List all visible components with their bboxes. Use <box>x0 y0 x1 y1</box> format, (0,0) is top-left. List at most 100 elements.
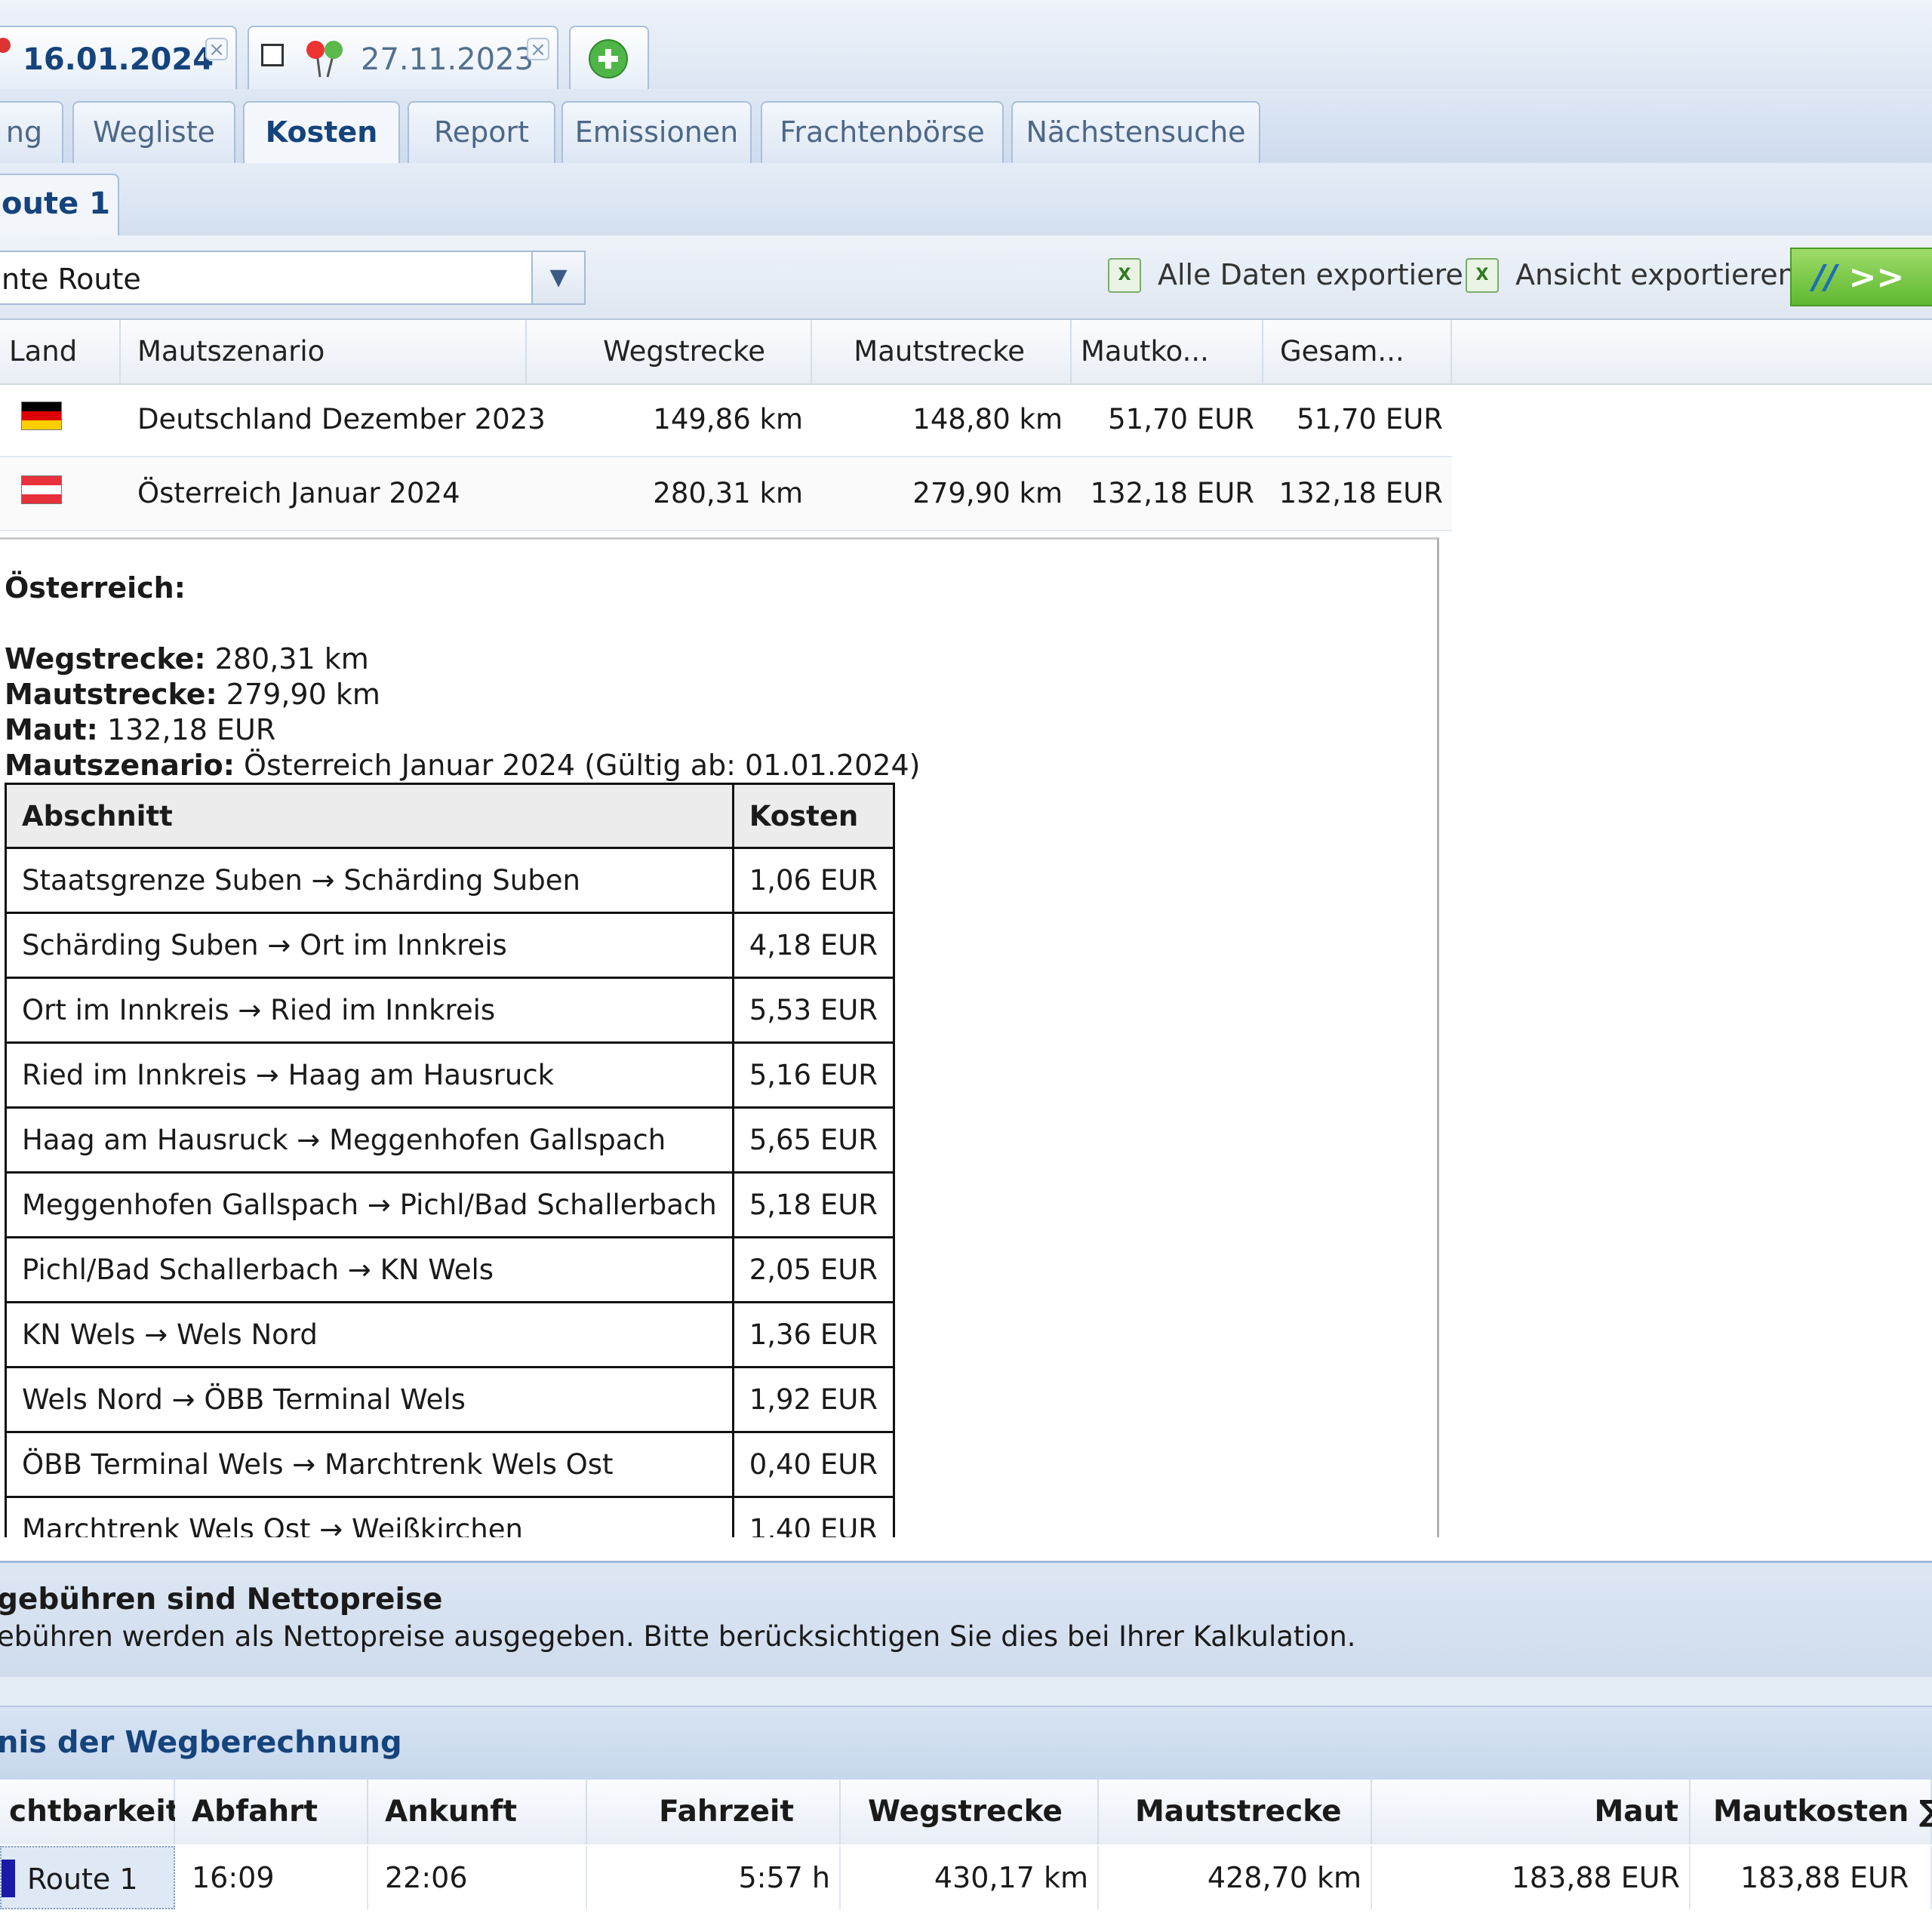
detail-line-maut: Maut: 132,18 EUR <box>5 713 275 746</box>
splitter[interactable] <box>0 1677 1932 1707</box>
net-price-notice: gebühren sind Nettopreise ebühren werden… <box>0 1561 1932 1680</box>
detail-label: Mautstrecke: <box>5 678 217 711</box>
section-row: Wels Nord → ÖBB Terminal Wels 1,92 EUR <box>5 1366 896 1433</box>
col-header-mautkosten[interactable]: Mautko... <box>1072 320 1263 383</box>
germany-flag-icon <box>21 401 62 430</box>
cell-departure: 16:09 <box>175 1846 368 1909</box>
section-cost: 1,06 EUR <box>731 847 896 914</box>
section-name: Ried im Innkreis → Haag am Hausruck <box>5 1041 734 1109</box>
go-button[interactable]: // >> <box>1790 248 1932 306</box>
col-header-mautstrecke[interactable]: Mautstrecke <box>812 320 1072 383</box>
col-header-abschnitt: Abschnitt <box>5 783 734 849</box>
section-cost: 5,16 EUR <box>731 1041 896 1109</box>
map-pin-icon <box>0 38 11 53</box>
excel-icon: X <box>1466 258 1499 293</box>
tab-frachtenboerse[interactable]: Frachtenbörse <box>761 101 1004 163</box>
col-header-mautstrecke[interactable]: Mautstrecke <box>1099 1780 1372 1844</box>
section-cost: 1,36 EUR <box>731 1301 896 1368</box>
tab-report[interactable]: Report <box>408 101 555 163</box>
add-tab-button[interactable] <box>569 26 649 89</box>
doc-tab-16-01-2024[interactable]: 16.01.2024 × <box>0 26 237 89</box>
tab-checkbox[interactable] <box>261 44 284 66</box>
route-select[interactable]: nte Route ▼ <box>0 251 586 305</box>
toll-grid-header: Land Mautszenario Wegstrecke Mautstrecke… <box>0 320 1932 385</box>
toolbar: nte Route ▼ X Alle Daten exportieren X A… <box>0 235 1932 320</box>
col-header-mautszenario[interactable]: Mautszenario <box>121 320 527 383</box>
cell-toll: 132,18 EUR <box>1090 477 1254 509</box>
add-circle-icon <box>589 39 628 78</box>
detail-label: Mautszenario: <box>5 749 235 782</box>
map-pins-icon <box>306 41 343 78</box>
detail-line-mautszenario: Mautszenario: Österreich Januar 2024 (Gü… <box>5 749 920 782</box>
cell-scenario: Deutschland Dezember 2023 <box>137 403 546 435</box>
country-detail-panel: Österreich: Wegstrecke: 280,31 km Mautst… <box>0 537 1439 1537</box>
section-row: Meggenhofen Gallspach → Pichl/Bad Schall… <box>5 1171 896 1238</box>
section-name: KN Wels → Wels Nord <box>5 1301 734 1368</box>
col-header-gesamt[interactable]: Gesam... <box>1263 320 1452 383</box>
cell-distance: 280,31 km <box>653 477 803 509</box>
col-header-fahrzeit[interactable]: Fahrzeit <box>587 1780 841 1844</box>
section-name: Ort im Innkreis → Ried im Innkreis <box>5 977 734 1044</box>
route-name: Route 1 <box>27 1863 138 1896</box>
tab-kosten[interactable]: Kosten <box>243 101 400 167</box>
tab-route-1[interactable]: oute 1 <box>0 174 119 238</box>
col-header-ankunft[interactable]: Ankunft <box>368 1780 587 1844</box>
col-header-abfahrt[interactable]: Abfahrt <box>175 1780 368 1844</box>
cell-duration: 5:57 h <box>587 1846 841 1909</box>
cell-toll-distance: 428,70 km <box>1099 1846 1372 1909</box>
result-panel-header: nis der Wegberechnung <box>0 1707 1932 1780</box>
route-visibility-cell[interactable]: Route 1 <box>0 1846 175 1909</box>
section-name: Wels Nord → ÖBB Terminal Wels <box>5 1366 734 1433</box>
cell-toll: 183,88 EUR <box>1372 1846 1690 1909</box>
tab-wegliste[interactable]: Wegliste <box>72 101 235 163</box>
export-all-button[interactable]: Alle Daten exportieren <box>1158 258 1481 291</box>
section-name: Staatsgrenze Suben → Schärding Suben <box>5 847 734 914</box>
tab-emissionen[interactable]: Emissionen <box>561 101 752 163</box>
section-name: Marchtrenk Wels Ost → Weißkirchen <box>5 1496 734 1537</box>
document-tab-strip: 16.01.2024 × 27.11.2023 × <box>0 0 1932 91</box>
close-icon[interactable]: × <box>527 38 549 60</box>
col-header-sichtbarkeit[interactable]: chtbarkeit <box>0 1780 180 1844</box>
cell-arrival: 22:06 <box>368 1846 587 1909</box>
notice-text: ebühren werden als Nettopreise ausgegebe… <box>0 1620 1356 1653</box>
detail-value: 279,90 km <box>217 678 380 711</box>
cell-toll-sum: 183,88 EUR <box>1690 1846 1932 1909</box>
excel-icon: X <box>1108 258 1141 293</box>
section-name: Meggenhofen Gallspach → Pichl/Bad Schall… <box>5 1171 734 1238</box>
section-cost: 4,18 EUR <box>731 912 896 979</box>
tab-planung[interactable]: ng <box>0 101 63 163</box>
chevron-down-icon[interactable]: ▼ <box>531 252 584 303</box>
section-name: ÖBB Terminal Wels → Marchtrenk Wels Ost <box>5 1431 734 1498</box>
section-cost: 1,92 EUR <box>731 1366 896 1433</box>
doc-tab-label: 27.11.2023 <box>361 42 534 77</box>
doc-tab-27-11-2023[interactable]: 27.11.2023 × <box>248 26 558 89</box>
section-row: Ort im Innkreis → Ried im Innkreis 5,53 E… <box>5 977 896 1044</box>
cell-distance: 430,17 km <box>841 1846 1099 1909</box>
section-row: KN Wels → Wels Nord 1,36 EUR <box>5 1301 896 1368</box>
section-row: ÖBB Terminal Wels → Marchtrenk Wels Ost 0… <box>5 1431 896 1498</box>
detail-line-mautstrecke: Mautstrecke: 279,90 km <box>5 678 380 711</box>
close-icon[interactable]: × <box>205 38 228 60</box>
notice-title: gebühren sind Nettopreise <box>0 1583 443 1617</box>
col-header-mautkosten-summe[interactable]: Mautkosten ∑ <box>1690 1780 1932 1844</box>
table-row[interactable]: Deutschland Dezember 2023 149,86 km 148,… <box>0 383 1452 457</box>
result-panel-title: nis der Wegberechnung <box>0 1725 402 1760</box>
detail-label: Wegstrecke: <box>5 642 206 675</box>
tab-naechstensuche[interactable]: Nächstensuche <box>1011 101 1260 163</box>
section-name: Pichl/Bad Schallerbach → KN Wels <box>5 1236 734 1303</box>
section-name: Haag am Hausruck → Meggenhofen Gallspach <box>5 1106 734 1174</box>
col-header-land[interactable]: Land <box>0 320 121 383</box>
export-view-button[interactable]: Ansicht exportieren <box>1515 258 1796 291</box>
col-header-wegstrecke[interactable]: Wegstrecke <box>527 320 812 383</box>
cell-distance: 149,86 km <box>653 403 803 435</box>
route-tab-strip: oute 1 <box>0 163 1932 238</box>
detail-value: Österreich Januar 2024 (Gültig ab: 01.01… <box>234 749 921 782</box>
cell-toll-distance: 279,90 km <box>912 477 1063 509</box>
col-header-maut[interactable]: Maut <box>1372 1780 1690 1844</box>
section-cost: 1,40 EUR <box>731 1496 896 1537</box>
detail-label: Maut: <box>5 713 98 746</box>
col-header-wegstrecke[interactable]: Wegstrecke <box>841 1780 1099 1844</box>
table-row[interactable]: Österreich Januar 2024 280,31 km 279,90 … <box>0 457 1452 531</box>
section-row: Haag am Hausruck → Meggenhofen Gallspach… <box>5 1106 896 1174</box>
go-button-label: >> <box>1848 258 1905 297</box>
